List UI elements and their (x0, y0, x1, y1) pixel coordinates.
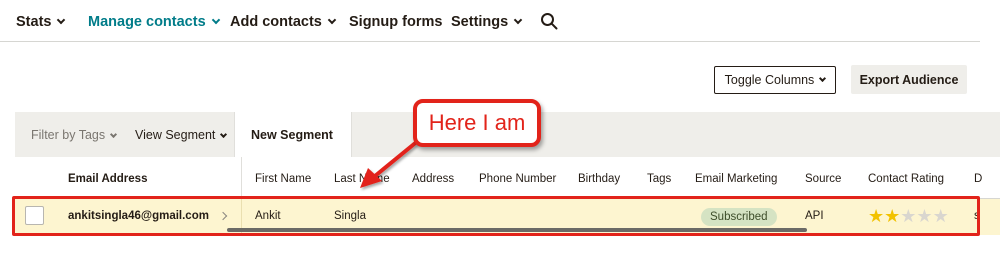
col-email-address[interactable]: Email Address (68, 173, 147, 185)
col-phone-number[interactable]: Phone Number (479, 173, 556, 185)
chevron-down-icon (57, 15, 66, 25)
nav-signup-forms[interactable]: Signup forms (349, 14, 442, 30)
cell-source: API (805, 210, 824, 222)
cell-truncated: s (974, 210, 980, 222)
column-divider (241, 157, 242, 199)
star-empty-icon[interactable]: ★ (933, 206, 949, 226)
col-birthday[interactable]: Birthday (578, 173, 620, 185)
col-last-name[interactable]: Last Name (334, 173, 390, 185)
toggle-columns-button[interactable]: Toggle Columns (714, 66, 836, 94)
view-segment-dropdown[interactable]: View Segment (135, 128, 228, 142)
nav-add-contacts-label: Add contacts (230, 14, 322, 30)
nav-manage-contacts-label: Manage contacts (88, 14, 206, 30)
cell-first-name: Ankit (255, 210, 281, 222)
col-tags[interactable]: Tags (647, 173, 671, 185)
chevron-down-icon (220, 130, 228, 139)
cell-last-name: Singla (334, 210, 366, 222)
new-segment-button[interactable]: New Segment (251, 128, 333, 142)
star-empty-icon[interactable]: ★ (900, 206, 916, 226)
status-badge: Subscribed (701, 208, 777, 226)
col-truncated[interactable]: D (974, 173, 982, 185)
chevron-right-icon[interactable] (218, 211, 228, 221)
contact-rating-stars[interactable]: ★★★★★ (868, 206, 949, 226)
nav-add-contacts[interactable]: Add contacts (230, 14, 337, 30)
nav-settings-label: Settings (451, 14, 509, 30)
view-segment-label: View Segment (135, 128, 216, 142)
nav-manage-contacts[interactable]: Manage contacts (88, 14, 220, 30)
chevron-down-icon (513, 15, 523, 25)
export-audience-label: Export Audience (859, 72, 959, 87)
nav-settings[interactable]: Settings (451, 14, 523, 30)
row-checkbox[interactable] (25, 206, 44, 225)
export-audience-button[interactable]: Export Audience (851, 65, 967, 94)
col-email-marketing[interactable]: Email Marketing (695, 173, 777, 185)
chevron-down-icon (327, 15, 337, 25)
star-empty-icon[interactable]: ★ (916, 206, 932, 226)
chevron-down-icon (211, 15, 220, 25)
chevron-down-icon (110, 130, 118, 139)
nav-stats-label: Stats (16, 14, 52, 30)
filter-by-tags-dropdown[interactable]: Filter by Tags (31, 128, 118, 142)
table-header: Email Address First Name Last Name Addre… (15, 157, 1000, 199)
star-filled-icon[interactable]: ★ (868, 206, 884, 226)
col-source[interactable]: Source (805, 173, 841, 185)
col-contact-rating[interactable]: Contact Rating (868, 173, 944, 185)
col-first-name[interactable]: First Name (255, 173, 311, 185)
annotation-callout-text: Here I am (428, 110, 526, 135)
new-segment-cell: New Segment (234, 112, 352, 157)
nav-signup-forms-label: Signup forms (349, 14, 443, 30)
toggle-columns-label: Toggle Columns (724, 73, 815, 87)
col-address[interactable]: Address (412, 173, 454, 185)
top-nav: Stats Manage contacts Add contacts Signu… (0, 0, 980, 42)
star-filled-icon[interactable]: ★ (884, 206, 900, 226)
cell-email[interactable]: ankitsingla46@gmail.com (68, 210, 209, 222)
chevron-down-icon (819, 74, 827, 82)
horizontal-scrollbar[interactable] (227, 228, 807, 232)
annotation-callout: Here I am (413, 99, 541, 147)
filter-by-tags-label: Filter by Tags (31, 128, 106, 142)
search-icon[interactable] (540, 12, 558, 30)
nav-stats[interactable]: Stats (16, 14, 66, 30)
